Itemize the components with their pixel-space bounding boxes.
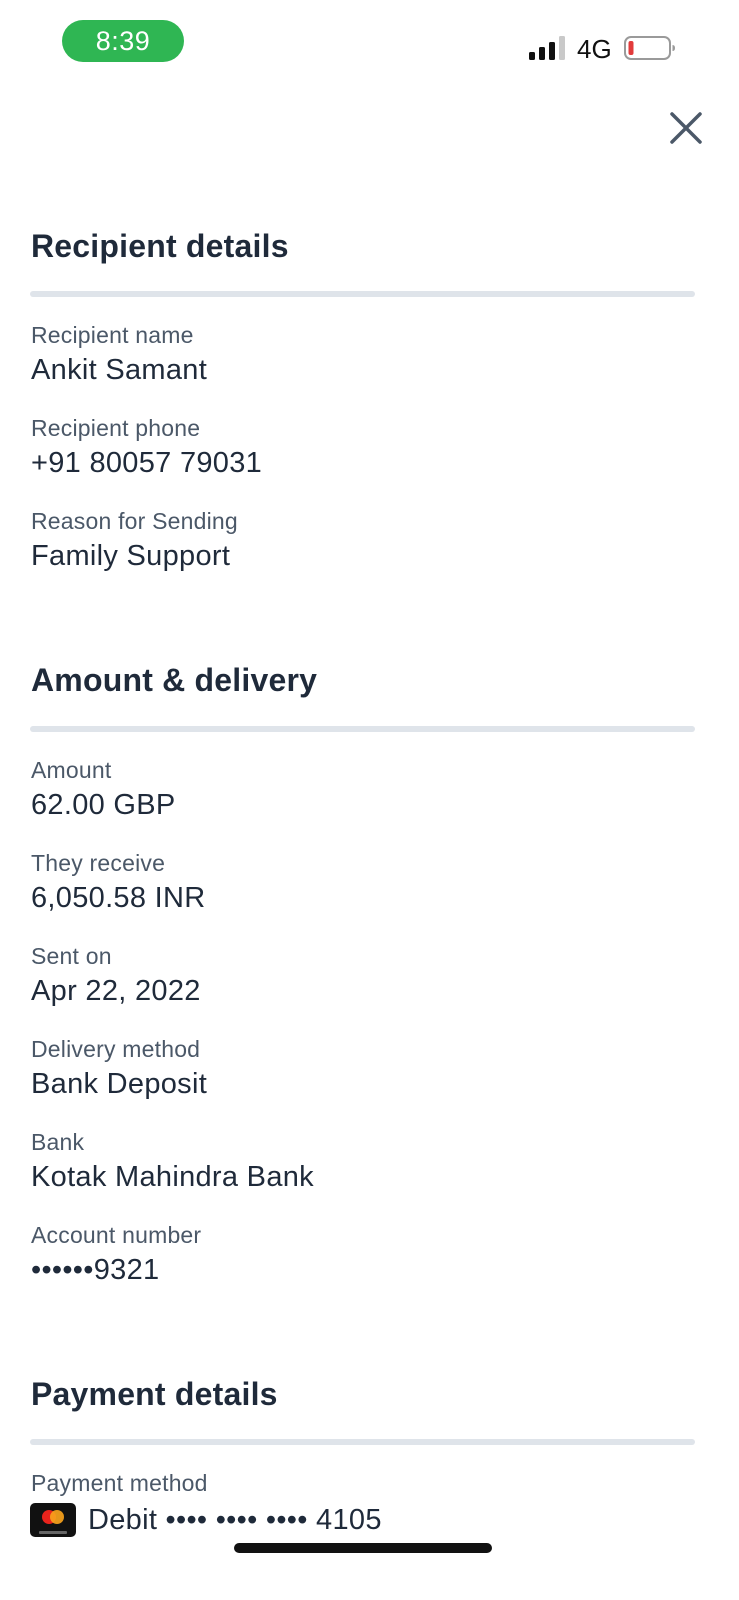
home-indicator[interactable] [234, 1543, 492, 1553]
delivery-method-value: Bank Deposit [31, 1068, 208, 1100]
sent-on-value: Apr 22, 2022 [31, 975, 201, 1007]
section-divider [30, 1439, 695, 1445]
signal-icon [529, 36, 565, 60]
recipient-phone-value: +91 80057 79031 [31, 447, 263, 479]
bank-value: Kotak Mahindra Bank [31, 1161, 314, 1193]
account-number-value: ••••••9321 [31, 1254, 160, 1286]
network-type: 4G [577, 34, 612, 64]
account-number-label: Account number [31, 1222, 202, 1248]
status-time: 8:39 [62, 20, 184, 62]
they-receive-value: 6,050.58 INR [31, 882, 206, 914]
payment-method-value: Debit •••• •••• •••• 4105 [88, 1503, 382, 1536]
recipient-phone-label: Recipient phone [31, 415, 201, 441]
battery-icon [624, 36, 675, 60]
transfer-details-screen: 8:39 4G Recipient details Recipient name… [0, 0, 739, 1600]
section-divider [30, 291, 695, 297]
sent-on-label: Sent on [31, 943, 112, 969]
they-receive-label: They receive [31, 850, 166, 876]
amount-section-title: Amount & delivery [31, 662, 318, 698]
amount-label: Amount [31, 757, 112, 783]
mastercard-icon [30, 1503, 76, 1537]
recipient-name-label: Recipient name [31, 322, 194, 348]
payment-section-title: Payment details [31, 1376, 278, 1412]
bank-label: Bank [31, 1129, 85, 1155]
payment-method-label: Payment method [31, 1470, 208, 1496]
amount-value: 62.00 GBP [31, 789, 176, 821]
delivery-method-label: Delivery method [31, 1036, 201, 1062]
close-button[interactable] [662, 104, 710, 152]
recipient-name-value: Ankit Samant [31, 354, 208, 386]
recipient-section-title: Recipient details [31, 228, 289, 264]
reason-label: Reason for Sending [31, 508, 238, 534]
section-divider [30, 726, 695, 732]
payment-method-row: Debit •••• •••• •••• 4105 [30, 1500, 382, 1540]
close-icon [670, 112, 702, 144]
reason-value: Family Support [31, 540, 231, 572]
